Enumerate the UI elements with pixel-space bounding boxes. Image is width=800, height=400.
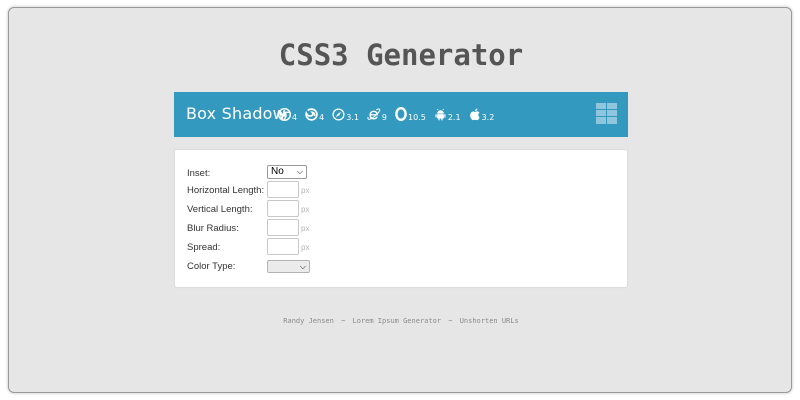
browser-version: 3.2 (481, 113, 495, 122)
browser-ie: 9 (367, 106, 387, 122)
generator-title: Box Shadow (186, 104, 286, 123)
color-type-row: Color Type: ⌵ (187, 257, 607, 276)
grid-icon[interactable] (596, 103, 617, 124)
browser-version: 2.1 (447, 113, 461, 122)
safari-icon (332, 107, 345, 121)
vertical-length-row: Vertical Length: px (187, 200, 607, 219)
horizontal-length-label: Horizontal Length: (187, 185, 265, 196)
vertical-length-input[interactable] (267, 200, 299, 217)
chrome-icon (278, 107, 291, 121)
browser-version: 9 (381, 113, 388, 122)
ie-icon (367, 107, 381, 120)
firefox-icon (305, 107, 318, 121)
browser-version: 3.1 (346, 113, 359, 122)
blur-radius-unit: px (301, 224, 310, 233)
blur-radius-row: Blur Radius: px (187, 219, 607, 238)
color-type-select[interactable]: ⌵ (267, 260, 310, 273)
inset-select-value: No (271, 166, 284, 177)
apple-icon (469, 108, 480, 120)
spread-label: Spread: (187, 242, 221, 253)
browser-apple: 3.2 (469, 106, 495, 122)
browser-safari: 3.1 (332, 106, 359, 122)
browser-version: 4 (319, 113, 325, 122)
blur-radius-input[interactable] (267, 219, 299, 236)
horizontal-length-row: Horizontal Length: px (187, 181, 607, 200)
blur-radius-label: Blur Radius: (187, 223, 239, 234)
browser-opera: 10.5 (395, 106, 426, 122)
chevron-down-icon: ⌵ (296, 167, 303, 176)
settings-panel: Inset: No ⌵ Horizontal Length: px Vertic… (175, 150, 627, 287)
footer-link-randy-jensen[interactable]: Randy Jensen (283, 317, 334, 325)
vertical-length-label: Vertical Length: (187, 204, 253, 215)
browser-version: 10.5 (408, 113, 426, 122)
footer-link-unshorten-urls[interactable]: Unshorten URLs (460, 317, 519, 325)
footer-links: Randy Jensen ~ Lorem Ipsum Generator ~ U… (9, 317, 793, 325)
footer-separator: ~ (341, 317, 346, 325)
opera-icon (395, 107, 407, 121)
inset-select[interactable]: No ⌵ (267, 165, 307, 179)
footer-link-lorem-ipsum[interactable]: Lorem Ipsum Generator (353, 317, 442, 325)
page-frame: CSS3 Generator Box Shadow 4 4 3.1 9 10.5… (8, 7, 792, 393)
color-type-label: Color Type: (187, 261, 236, 272)
horizontal-length-input[interactable] (267, 181, 299, 198)
android-icon (435, 108, 446, 120)
spread-row: Spread: px (187, 238, 607, 257)
spread-unit: px (301, 243, 310, 252)
browser-firefox: 4 (305, 106, 324, 122)
inset-label: Inset: (187, 168, 211, 179)
browser-android: 2.1 (434, 106, 461, 122)
vertical-length-unit: px (301, 205, 310, 214)
page-title: CSS3 Generator (278, 38, 524, 72)
footer-separator: ~ (448, 317, 453, 325)
spread-input[interactable] (267, 238, 299, 255)
generator-header: Box Shadow 4 4 3.1 9 10.5 2.1 3.2 (174, 92, 628, 137)
browser-chrome: 4 (278, 106, 297, 122)
horizontal-length-unit: px (301, 186, 310, 195)
browser-support-list: 4 4 3.1 9 10.5 2.1 3.2 (278, 105, 502, 123)
browser-version: 4 (292, 113, 298, 122)
chevron-down-icon: ⌵ (299, 262, 306, 271)
